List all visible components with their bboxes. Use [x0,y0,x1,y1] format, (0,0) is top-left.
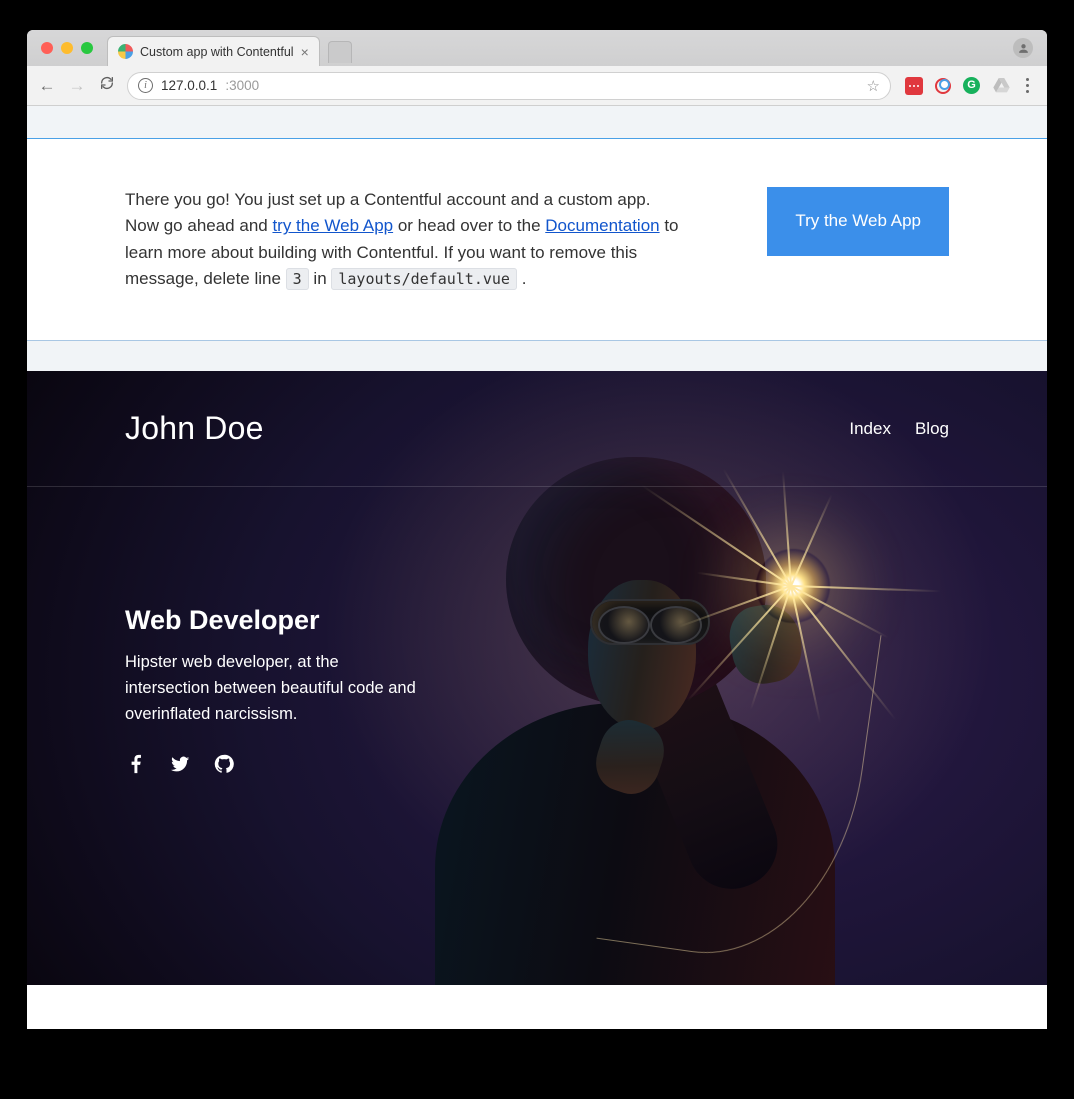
code-line-number: 3 [286,268,309,290]
hero-bio: Hipster web developer, at the intersecti… [125,650,425,727]
page-footer [27,985,1047,1029]
nav-link-blog[interactable]: Blog [915,419,949,439]
site-info-icon[interactable]: i [138,78,153,93]
nav-link-index[interactable]: Index [849,419,891,439]
social-links [125,753,425,780]
twitter-icon[interactable] [169,753,191,780]
address-bar[interactable]: i 127.0.0.1 :3000 ☆ [127,72,891,100]
reload-button[interactable] [97,75,117,96]
page-viewport: There you go! You just set up a Contentf… [27,106,1047,1029]
setup-notice: There you go! You just set up a Contentf… [27,138,1047,341]
notice-text: There you go! You just set up a Contentf… [125,187,685,292]
browser-toolbar: ← → i 127.0.0.1 :3000 ☆ G [27,66,1047,106]
drive-extension-icon[interactable] [992,77,1010,95]
grammarly-extension-icon[interactable]: G [963,77,980,94]
browser-window: Custom app with Contentful × ← → i 127.0… [27,30,1047,1029]
extension-icon[interactable] [935,78,951,94]
close-window-button[interactable] [41,42,53,54]
hero-role: Web Developer [125,605,425,636]
back-button[interactable]: ← [37,76,57,96]
extension-icon[interactable] [905,77,923,95]
new-tab-button[interactable] [328,41,352,63]
minimize-window-button[interactable] [61,42,73,54]
window-controls [37,42,101,54]
url-port: :3000 [225,78,259,93]
site-brand[interactable]: John Doe [125,410,264,447]
close-tab-button[interactable]: × [301,44,309,60]
browser-tab[interactable]: Custom app with Contentful × [107,36,320,66]
site-header: John Doe Index Blog [27,371,1047,487]
extension-icons: G [901,77,1037,95]
hero-section: John Doe Index Blog Web Developer Hipste… [27,371,1047,985]
contentful-favicon [118,44,133,59]
browser-menu-button[interactable] [1022,78,1033,93]
tab-title: Custom app with Contentful [140,45,294,59]
tab-bar: Custom app with Contentful × [27,30,1047,66]
facebook-icon[interactable] [125,753,147,780]
forward-button: → [67,76,87,96]
url-host: 127.0.0.1 [161,78,217,93]
bookmark-star-icon[interactable]: ☆ [867,77,880,95]
profile-button[interactable] [1013,38,1033,58]
documentation-link[interactable]: Documentation [545,216,659,235]
try-web-app-link[interactable]: try the Web App [272,216,393,235]
site-nav: Index Blog [849,419,949,439]
maximize-window-button[interactable] [81,42,93,54]
try-web-app-button[interactable]: Try the Web App [767,187,949,256]
github-icon[interactable] [213,753,235,780]
code-file-path: layouts/default.vue [331,268,517,290]
